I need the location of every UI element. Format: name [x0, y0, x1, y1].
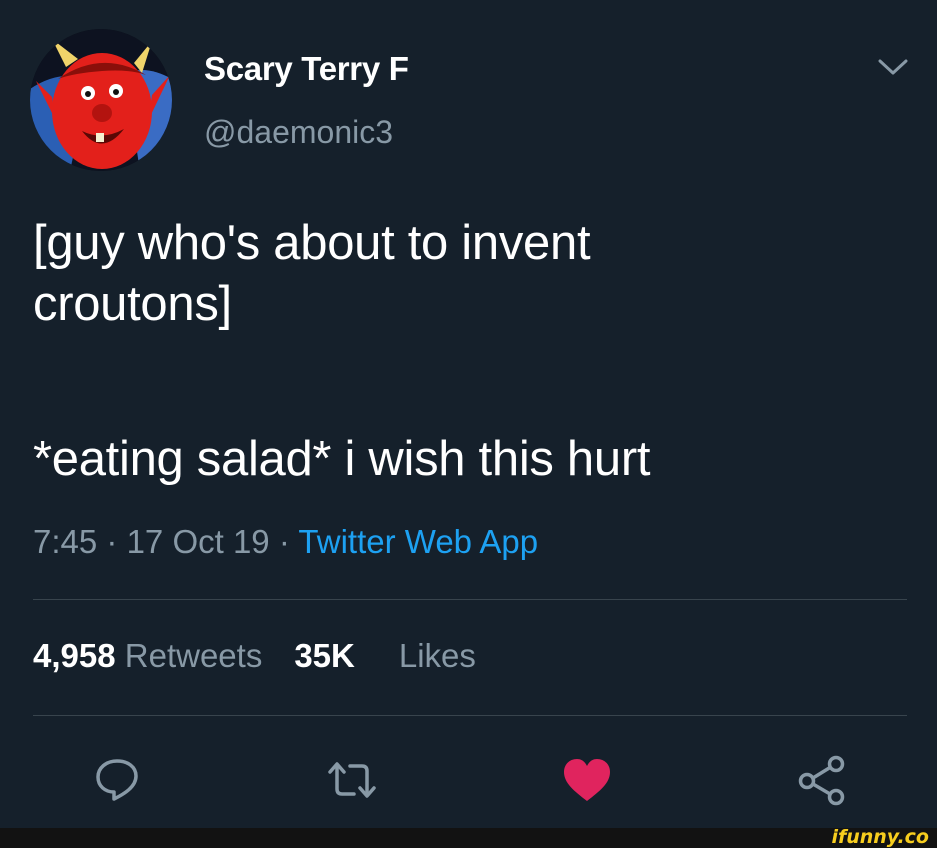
retweets-stat[interactable]: 4,958 Retweets	[33, 637, 262, 674]
user-handle[interactable]: @daemonic3	[204, 114, 393, 151]
reply-button[interactable]	[89, 752, 145, 808]
share-button[interactable]	[794, 752, 850, 808]
tweet-date[interactable]: 17 Oct 19	[127, 523, 270, 560]
likes-count: 35K	[294, 637, 355, 674]
tweet-text-line: croutons]	[33, 277, 232, 331]
share-nodes-icon	[798, 755, 845, 806]
avatar[interactable]	[30, 29, 172, 171]
tweet-text-line: [guy who's about to invent	[33, 216, 591, 270]
meta-separator: ·	[106, 523, 118, 560]
retweets-label: Retweets	[124, 637, 263, 674]
tweet-card: Scary Terry F @daemonic3 [guy who's abou…	[0, 0, 937, 828]
tweet-time[interactable]: 7:45	[33, 523, 97, 560]
display-name[interactable]: Scary Terry F	[204, 50, 409, 88]
retweet-arrows-icon	[328, 762, 376, 798]
tweet-source-link[interactable]: Twitter Web App	[298, 523, 538, 560]
engagement-stats: 4,958 Retweets 35K Likes	[33, 637, 476, 675]
tweet-text-line: *eating salad* i wish this hurt	[33, 432, 651, 486]
like-button[interactable]	[559, 752, 615, 808]
reply-bubble-icon	[96, 759, 138, 801]
divider	[33, 599, 907, 600]
meta-separator: ·	[278, 523, 290, 560]
likes-stat[interactable]: 35K Likes	[294, 637, 476, 674]
chevron-down-icon[interactable]	[876, 56, 910, 78]
tweet-text: [guy who's about to invent croutons] *ea…	[33, 213, 893, 490]
devil-avatar-image	[30, 29, 172, 171]
watermark-logo: ifunny.co	[831, 826, 929, 848]
footer-bar	[0, 828, 937, 848]
divider	[33, 715, 907, 716]
retweet-button[interactable]	[324, 752, 380, 808]
heart-filled-icon	[564, 759, 610, 801]
likes-label: Likes	[398, 637, 476, 674]
tweet-metadata: 7:45 · 17 Oct 19 · Twitter Web App	[33, 523, 538, 561]
retweets-count: 4,958	[33, 637, 116, 674]
